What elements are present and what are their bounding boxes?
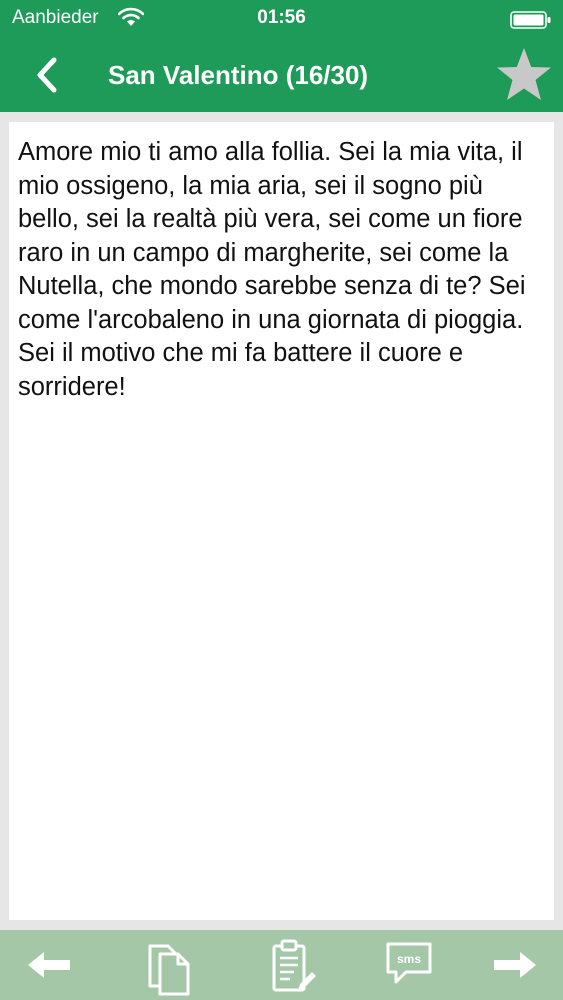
next-button[interactable]: [482, 930, 548, 1000]
previous-button[interactable]: [14, 930, 80, 1000]
back-button[interactable]: [28, 54, 72, 98]
page-title: San Valentino (16/30): [108, 60, 369, 90]
star-icon: [497, 48, 551, 100]
status-time: 01:56: [257, 7, 306, 28]
clipboard-edit-icon: [272, 939, 316, 992]
arrow-right-icon: [494, 952, 536, 978]
arrow-left-icon: [28, 952, 70, 978]
note-button[interactable]: [258, 930, 324, 1000]
status-bar: Aanbieder 01:56: [0, 0, 563, 38]
message-text: Amore mio ti amo alla follia. Sei la mia…: [18, 138, 526, 401]
message-card: Amore mio ti amo alla follia. Sei la mia…: [9, 122, 554, 920]
copy-icon: [148, 944, 190, 996]
sms-bubble-icon: sms: [386, 942, 432, 984]
sms-button[interactable]: sms: [376, 930, 442, 1000]
app-screen: Aanbieder 01:56 San Valentino (16/30) Am…: [0, 0, 563, 1000]
copy-button[interactable]: [136, 930, 202, 1000]
bottom-toolbar: sms: [0, 930, 563, 1000]
navigation-bar: San Valentino (16/30): [0, 38, 563, 112]
sms-label: sms: [397, 952, 421, 966]
favorite-button[interactable]: [494, 46, 554, 104]
chevron-left-icon: [37, 57, 57, 93]
battery-full-icon: [510, 11, 551, 29]
